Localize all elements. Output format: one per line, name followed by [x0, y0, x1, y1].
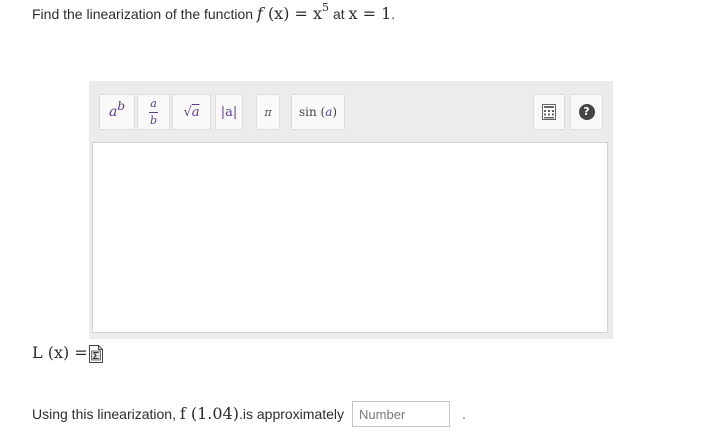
help-icon: ? — [578, 104, 595, 120]
fraction-glyph: a b — [149, 96, 158, 127]
exponent-glyph: ab — [108, 99, 126, 120]
question-text: Find the linearization of the function f… — [32, 1, 396, 23]
help-button[interactable]: ? — [570, 94, 603, 130]
point-expression: x = 1 — [348, 4, 392, 23]
square-root-button[interactable]: √a — [172, 94, 211, 130]
function-exponent: 5 — [322, 1, 330, 14]
followup-prefix: Using this linearization, — [32, 406, 176, 422]
followup-suffix: .is approximately — [238, 406, 345, 422]
question-at: at — [332, 6, 345, 22]
math-answer-editor: ab a b √a |a| π sin (a) ? — [89, 81, 613, 339]
keyboard-button[interactable] — [533, 94, 565, 130]
exponent-button[interactable]: ab — [99, 94, 135, 130]
sine-glyph: sin (a) — [298, 105, 338, 119]
square-root-glyph: √a — [183, 104, 200, 120]
document-sigma-icon[interactable] — [88, 345, 103, 363]
absolute-value-button[interactable]: |a| — [215, 94, 243, 130]
answer-label: L (x) = — [32, 342, 103, 364]
number-input[interactable] — [352, 401, 451, 427]
followup-expression: f (1.04) — [179, 404, 239, 423]
fraction-button[interactable]: a b — [137, 94, 170, 130]
trailing-period: . — [462, 406, 466, 422]
answer-input-area[interactable] — [92, 142, 608, 333]
answer-label-text: L (x) = — [32, 343, 88, 362]
pi-button[interactable]: π — [256, 94, 280, 130]
absolute-value-glyph: |a| — [220, 104, 238, 120]
pi-glyph: π — [264, 105, 272, 119]
sine-button[interactable]: sin (a) — [291, 94, 345, 130]
math-toolbar: ab a b √a |a| π sin (a) ? — [89, 81, 613, 141]
question-prefix: Find the linearization of the function — [32, 6, 254, 22]
function-expression: f (x) = x5 — [256, 1, 330, 23]
keyboard-icon — [542, 104, 556, 120]
followup-question: Using this linearization, f (1.04) .is a… — [32, 401, 466, 427]
